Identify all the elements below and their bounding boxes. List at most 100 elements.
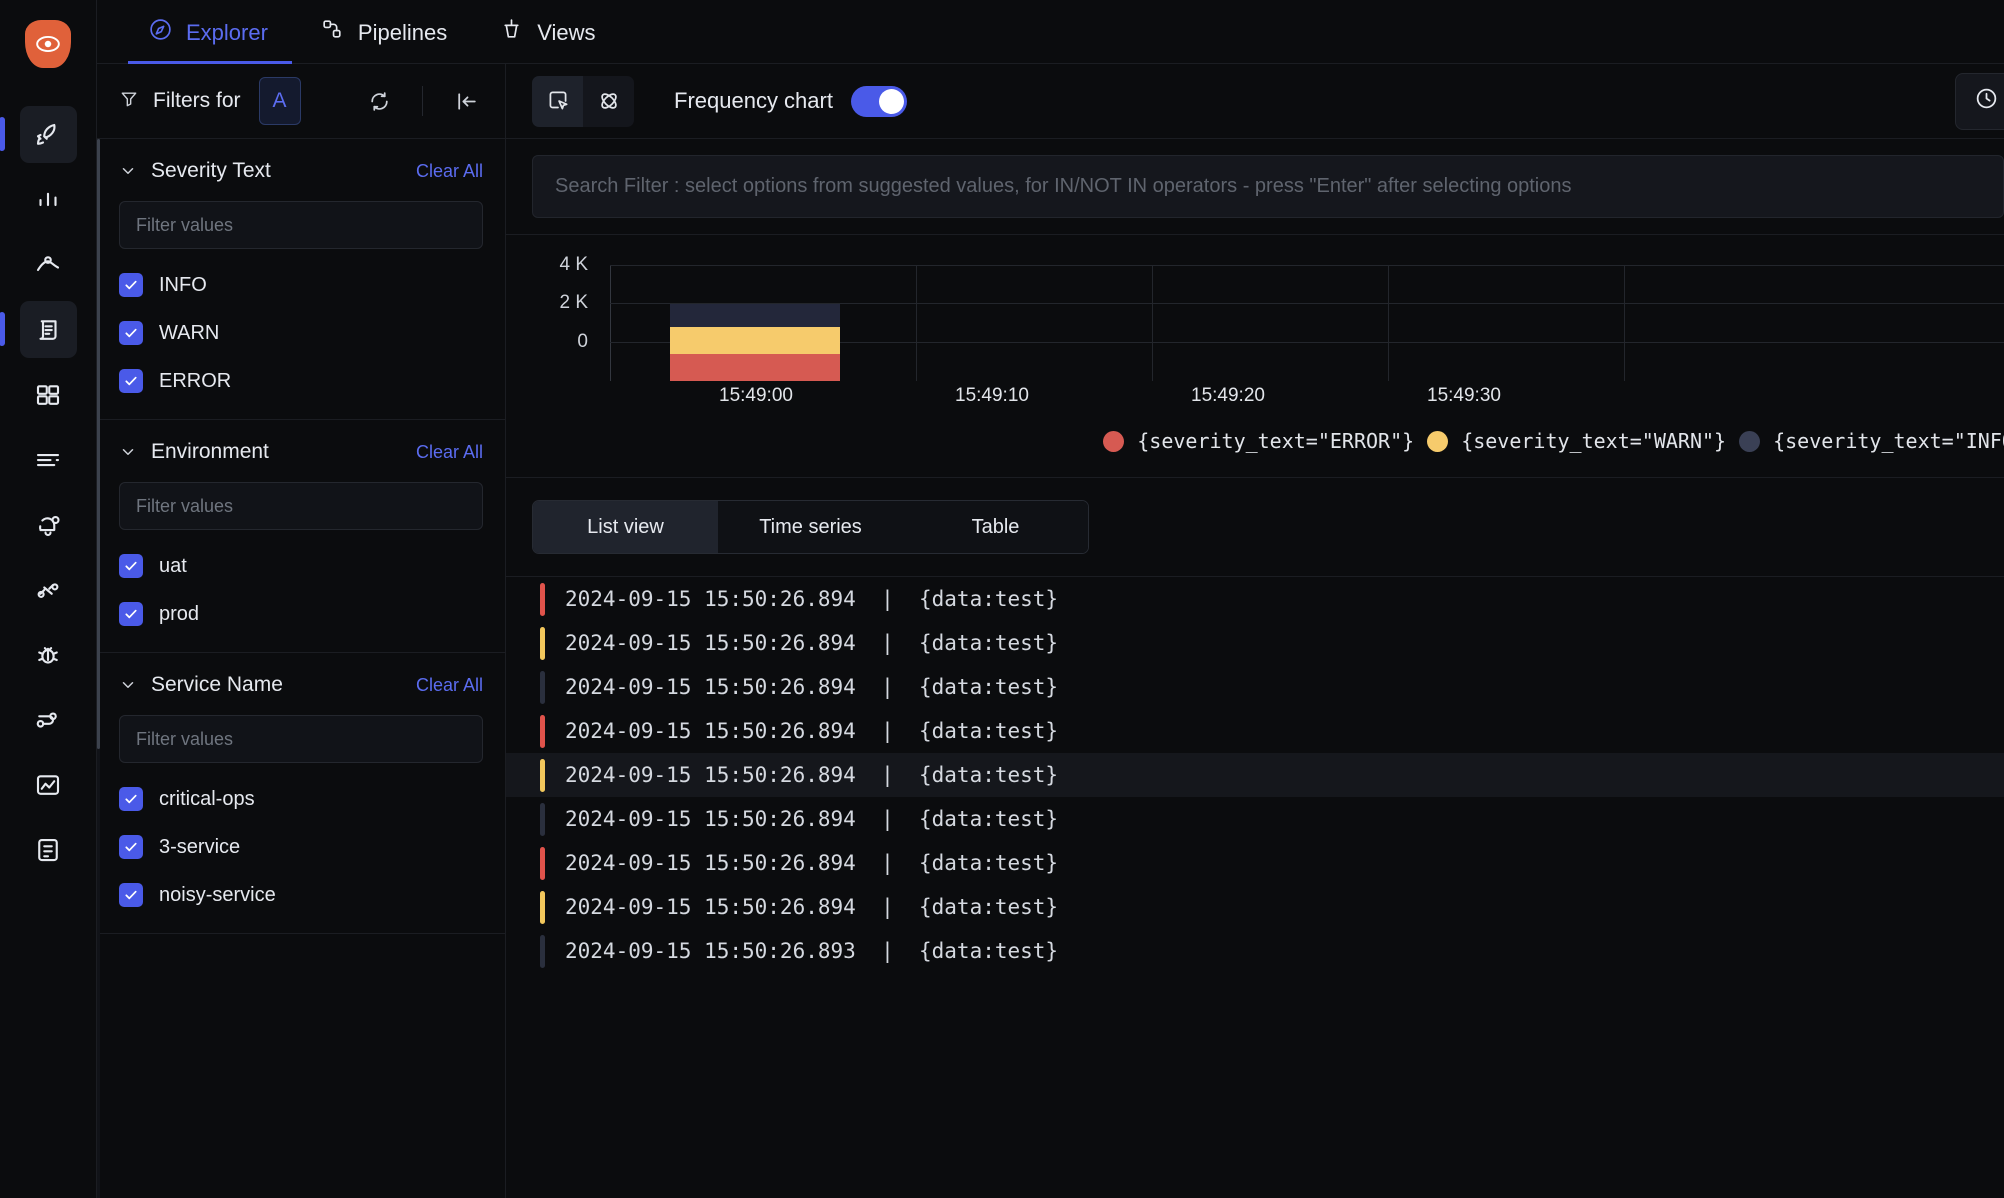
- tab-explorer[interactable]: Explorer: [124, 17, 296, 63]
- filters-scrollbar-thumb[interactable]: [97, 139, 100, 749]
- chart-legend: {severity_text="ERROR"} {severity_text="…: [506, 417, 2004, 467]
- eye-logo-icon[interactable]: [25, 20, 71, 68]
- query-badge[interactable]: A: [259, 77, 301, 125]
- log-row[interactable]: 2024-09-15 15:50:26.894 | {data:test}: [506, 885, 2004, 929]
- rail-item-exceptions-icon[interactable]: [20, 561, 77, 618]
- filter-option-error[interactable]: ERROR: [119, 369, 483, 393]
- rail-item-billing-icon[interactable]: [20, 821, 77, 878]
- severity-indicator: [540, 759, 545, 792]
- severity-indicator: [540, 803, 545, 836]
- checkbox-checked-icon[interactable]: [119, 883, 143, 907]
- rail-item-logs-icon[interactable]: [20, 301, 77, 358]
- frequency-chart-toggle[interactable]: [851, 86, 907, 117]
- rail-item-service-map-icon[interactable]: [20, 691, 77, 748]
- chevron-down-icon: [119, 676, 137, 694]
- severity-indicator: [540, 671, 545, 704]
- filter-option-label: 3-service: [159, 836, 240, 859]
- tab-views-label: Views: [537, 20, 595, 46]
- filter-group-header[interactable]: Severity Text Clear All: [119, 159, 483, 183]
- views-icon: [499, 17, 524, 48]
- rail-item-trace-icon[interactable]: [20, 236, 77, 293]
- rail-item-bug-icon[interactable]: [20, 626, 77, 683]
- clear-all-button[interactable]: Clear All: [416, 442, 483, 463]
- log-row[interactable]: 2024-09-15 15:50:26.894 | {data:test}: [506, 621, 2004, 665]
- legend-label: {severity_text="ERROR"}: [1137, 429, 1414, 453]
- checkbox-checked-icon[interactable]: [119, 369, 143, 393]
- filter-values-input[interactable]: Filter values: [119, 482, 483, 530]
- filter-option-noisy-service[interactable]: noisy-service: [119, 883, 483, 907]
- refresh-icon[interactable]: [362, 84, 396, 118]
- filter-option-critical-ops[interactable]: critical-ops: [119, 787, 483, 811]
- rail-item-usage-chart-icon[interactable]: [20, 756, 77, 813]
- search-filter-input[interactable]: Search Filter : select options from sugg…: [532, 155, 2004, 218]
- gridline: [610, 265, 2004, 266]
- tab-pipelines[interactable]: Pipelines: [296, 17, 475, 63]
- log-row[interactable]: 2024-09-15 15:50:26.894 | {data:test}: [506, 797, 2004, 841]
- tab-list-view[interactable]: List view: [533, 501, 718, 553]
- filters-scrollbar[interactable]: [97, 139, 100, 1198]
- atom-icon[interactable]: [583, 76, 634, 127]
- filters-title: Filters for: [153, 89, 241, 113]
- spacer: [532, 554, 2004, 576]
- clear-all-button[interactable]: Clear All: [416, 675, 483, 696]
- chart-bar-segment-info: [670, 304, 840, 327]
- severity-indicator: [540, 935, 545, 968]
- severity-indicator: [540, 627, 545, 660]
- checkbox-checked-icon[interactable]: [119, 321, 143, 345]
- checkbox-checked-icon[interactable]: [119, 787, 143, 811]
- log-row[interactable]: 2024-09-15 15:50:26.894 | {data:test}: [506, 841, 2004, 885]
- app-root: Explorer Pipelines Views: [0, 0, 2004, 1198]
- clear-all-button[interactable]: Clear All: [416, 161, 483, 182]
- checkbox-checked-icon[interactable]: [119, 602, 143, 626]
- checkbox-checked-icon[interactable]: [119, 273, 143, 297]
- filter-option-label: WARN: [159, 322, 219, 345]
- funnel-icon: [119, 89, 139, 114]
- filter-option-3-service[interactable]: 3-service: [119, 835, 483, 859]
- filter-values-placeholder: Filter values: [136, 496, 233, 517]
- tab-pipelines-label: Pipelines: [358, 20, 447, 46]
- log-row[interactable]: 2024-09-15 15:50:26.894 | {data:test}: [506, 665, 2004, 709]
- filter-values-input[interactable]: Filter values: [119, 201, 483, 249]
- filter-option-info[interactable]: INFO: [119, 273, 483, 297]
- filter-group-severity-text: Severity Text Clear All Filter values IN…: [97, 139, 505, 420]
- filter-option-prod[interactable]: prod: [119, 602, 483, 626]
- rail-item-bar-chart-icon[interactable]: [20, 171, 77, 228]
- checkbox-checked-icon[interactable]: [119, 554, 143, 578]
- legend-item-warn[interactable]: {severity_text="WARN"}: [1427, 429, 1726, 453]
- log-list[interactable]: 2024-09-15 15:50:26.894 | {data:test} 20…: [506, 577, 2004, 1198]
- cursor-select-icon[interactable]: [532, 76, 583, 127]
- filter-group-title: Severity Text: [151, 159, 271, 183]
- rail-items: [0, 106, 96, 878]
- filter-option-uat[interactable]: uat: [119, 554, 483, 578]
- filter-values-placeholder: Filter values: [136, 215, 233, 236]
- main-content: Frequency chart L Search Filter : select…: [506, 64, 2004, 1198]
- severity-indicator: [540, 583, 545, 616]
- log-row[interactable]: 2024-09-15 15:50:26.894 | {data:test}: [506, 753, 2004, 797]
- log-row[interactable]: 2024-09-15 15:50:26.893 | {data:test}: [506, 929, 2004, 973]
- collapse-panel-icon[interactable]: [449, 84, 483, 118]
- rail-item-list-icon[interactable]: [20, 431, 77, 488]
- legend-item-info[interactable]: {severity_text="INFO"}: [1739, 429, 2004, 453]
- tab-time-series[interactable]: Time series: [718, 501, 903, 553]
- rail-item-alerts-bell-icon[interactable]: [20, 496, 77, 553]
- time-range-picker[interactable]: L: [1955, 73, 2004, 130]
- tab-views[interactable]: Views: [475, 17, 623, 63]
- filter-group-header[interactable]: Environment Clear All: [119, 440, 483, 464]
- tab-table[interactable]: Table: [903, 501, 1088, 553]
- legend-label: {severity_text="WARN"}: [1461, 429, 1726, 453]
- x-tick-label: 15:49:00: [719, 385, 793, 407]
- log-row[interactable]: 2024-09-15 15:50:26.894 | {data:test}: [506, 709, 2004, 753]
- log-row-text: 2024-09-15 15:50:26.894 | {data:test}: [565, 719, 1058, 743]
- rail-item-dashboards-icon[interactable]: [20, 366, 77, 423]
- checkbox-checked-icon[interactable]: [119, 835, 143, 859]
- filter-group-environment: Environment Clear All Filter values uat: [97, 420, 505, 653]
- log-row[interactable]: 2024-09-15 15:50:26.894 | {data:test}: [506, 577, 2004, 621]
- filter-group-header[interactable]: Service Name Clear All: [119, 673, 483, 697]
- legend-item-error[interactable]: {severity_text="ERROR"}: [1103, 429, 1414, 453]
- chart-bar-stack[interactable]: [670, 304, 840, 381]
- rail-item-rocket-icon[interactable]: [20, 106, 77, 163]
- filter-option-warn[interactable]: WARN: [119, 321, 483, 345]
- chart-plot[interactable]: [610, 265, 2004, 381]
- chart-axis-line: [610, 265, 611, 381]
- filter-values-input[interactable]: Filter values: [119, 715, 483, 763]
